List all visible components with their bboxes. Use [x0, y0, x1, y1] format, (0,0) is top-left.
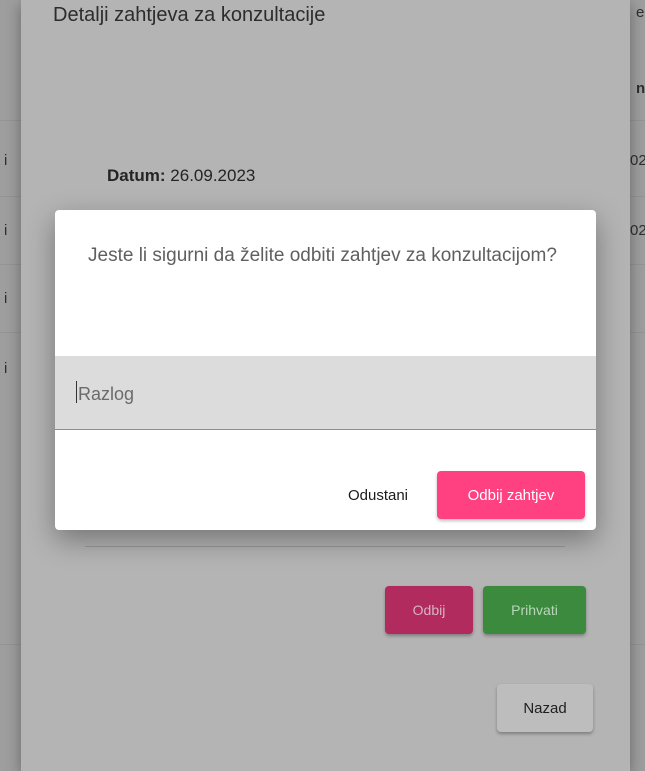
reason-field[interactable]	[55, 356, 596, 430]
date-label: Datum:	[107, 166, 166, 185]
cancel-button[interactable]: Odustani	[335, 472, 421, 518]
background-cell-text: i	[4, 290, 8, 307]
background-cell-text: e	[636, 4, 645, 21]
background-cell-text: 02	[630, 152, 645, 169]
reject-button[interactable]: Odbij	[385, 586, 473, 634]
background-cell-text: i	[4, 360, 8, 377]
confirmation-message: Jeste li sigurni da želite odbiti zahtje…	[88, 245, 557, 266]
background-cell-text: i	[4, 222, 8, 239]
dialog-title: Detalji zahtjeva za konzultacije	[53, 4, 326, 26]
divider	[85, 546, 565, 547]
reason-input[interactable]	[76, 376, 570, 412]
reject-confirmation-dialog: Jeste li sigurni da želite odbiti zahtje…	[55, 210, 596, 530]
date-value: 26.09.2023	[170, 166, 256, 185]
background-header-text: n	[636, 80, 645, 97]
back-button[interactable]: Nazad	[497, 684, 593, 732]
accept-button[interactable]: Prihvati	[483, 586, 586, 634]
background-cell-text: i	[4, 152, 8, 169]
background-cell-text: 02	[630, 222, 645, 239]
date-field: Datum: 26.09.2023	[107, 166, 255, 186]
confirm-reject-button[interactable]: Odbij zahtjev	[437, 471, 585, 519]
